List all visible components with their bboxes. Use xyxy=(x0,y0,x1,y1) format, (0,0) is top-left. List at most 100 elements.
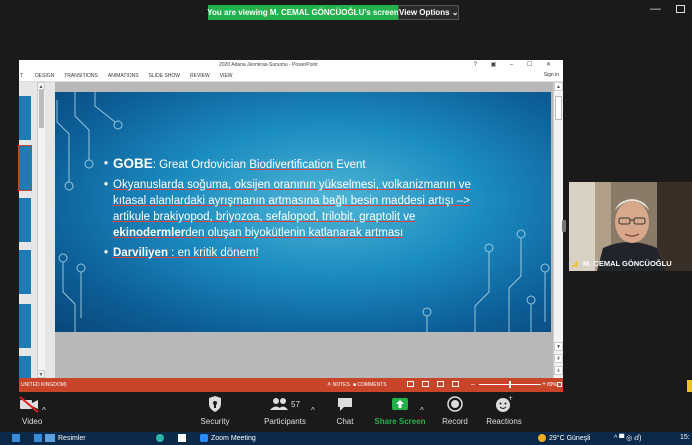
scrollbar-handle[interactable] xyxy=(555,96,562,120)
system-tray[interactable]: ^ ▀ ◎ ⅆ) xyxy=(614,434,641,442)
gobe-underlined: Biodivertification xyxy=(249,159,334,171)
reactions-icon: + xyxy=(496,395,513,412)
okyanus-text: Okyanuslarda soğuma, oksijen oranının yü… xyxy=(113,179,471,223)
viewing-screen-label: You are viewing M. CEMAL GÖNCÜOĞLU's scr… xyxy=(207,5,399,20)
svg-text:+: + xyxy=(508,395,513,402)
weather-text: 29°C Güneşli xyxy=(549,434,591,442)
gobe-term: GOBE xyxy=(113,156,153,171)
language-indicator[interactable]: UNITED KINGDOM) xyxy=(21,382,67,388)
slide-sorter-icon[interactable] xyxy=(422,381,429,387)
gobe-separator: : Great Ordovician xyxy=(152,159,250,171)
tab-review[interactable]: REVIEW xyxy=(190,73,210,79)
previous-slide-icon[interactable]: ⇞ xyxy=(554,354,563,363)
zoom-top-bar: You are viewing M. CEMAL GÖNCÜOĞLU's scr… xyxy=(0,0,692,22)
normal-view-icon[interactable] xyxy=(407,381,414,387)
folder-icon xyxy=(34,434,42,442)
reading-view-icon[interactable] xyxy=(437,381,444,387)
panel-resize-handle[interactable] xyxy=(562,220,566,232)
participants-count: 57 xyxy=(291,399,300,409)
ribbon-tabs: T DESIGN TRANSITIONS ANIMATIONS SLIDE SH… xyxy=(19,70,563,82)
okyanus-tail: den oluşan biyokütlenin katlanarak artma… xyxy=(185,227,404,239)
video-off-icon xyxy=(19,396,39,413)
participant-video-tile[interactable]: M. CEMAL GÖNCÜOĞLU xyxy=(569,182,692,271)
taskbar-zoom-meeting[interactable]: Zoom Meeting xyxy=(200,434,256,442)
share-options-caret[interactable]: ^ xyxy=(420,406,424,415)
ekinodermler-bold: ekinodermler xyxy=(113,227,186,239)
chat-button[interactable]: Chat xyxy=(315,395,375,426)
shared-screen: 2020 Adana Jeomiras-Sunumu - PowerPoint … xyxy=(18,60,563,392)
next-slide-icon[interactable]: ⇟ xyxy=(554,366,563,375)
view-buttons xyxy=(407,381,459,387)
powerpoint-status-bar: UNITED KINGDOM) ≙ NOTES ■ COMMENTS – + 8… xyxy=(19,378,563,392)
slide-thumbnail[interactable] xyxy=(19,198,31,242)
zoom-slider-knob[interactable] xyxy=(509,381,511,388)
video-label: Video xyxy=(22,417,43,426)
zoom-in-button[interactable]: + xyxy=(542,381,546,388)
participant-name: M. CEMAL GÖNCÜOĞLU xyxy=(583,259,672,268)
notes-button[interactable]: ≙ NOTES xyxy=(327,382,350,388)
fit-to-window-icon[interactable] xyxy=(557,382,562,387)
tab-animations[interactable]: ANIMATIONS xyxy=(108,73,139,79)
share-screen-label: Share Screen xyxy=(374,417,426,426)
reactions-label: Reactions xyxy=(486,417,522,426)
security-label: Security xyxy=(200,417,230,426)
slide-thumbnail-selected[interactable] xyxy=(18,145,32,191)
scroll-up-icon[interactable]: ▲ xyxy=(37,82,45,90)
clock[interactable]: 15: xyxy=(680,434,690,441)
zoom-meeting-label: Zoom Meeting xyxy=(211,434,256,442)
darviliyen-rest: : en kritik dönem! xyxy=(167,247,259,259)
slide-thumbnail[interactable] xyxy=(19,356,31,378)
scrollbar-handle[interactable] xyxy=(39,90,44,128)
scroll-up-icon[interactable]: ▲ xyxy=(554,82,563,91)
screen-share-banner: You are viewing M. CEMAL GÖNCÜOĞLU's scr… xyxy=(207,5,460,20)
powerpoint-titlebar: 2020 Adana Jeomiras-Sunumu - PowerPoint … xyxy=(19,60,563,70)
taskbar-edge[interactable] xyxy=(156,434,164,442)
tab-transitions[interactable]: TRANSITIONS xyxy=(64,73,98,79)
maximize-icon[interactable] xyxy=(676,5,685,13)
taskbar-acrobat[interactable] xyxy=(178,434,186,442)
slide-thumbnail[interactable] xyxy=(19,304,31,348)
bullet-darviliyen: Darviliyen : en kritik dönem! xyxy=(104,245,504,261)
record-icon xyxy=(447,396,463,412)
window-controls-icon[interactable]: ? ▣ – ☐ ✕ xyxy=(474,61,557,68)
video-button[interactable]: Video xyxy=(2,395,42,426)
slide-thumbnails-pane: ▲ ▼ xyxy=(18,82,55,378)
view-options-button[interactable]: View Options ⌄ xyxy=(398,5,460,20)
slideshow-view-icon[interactable] xyxy=(452,381,459,387)
scroll-down-icon[interactable]: ▼ xyxy=(554,342,563,351)
participants-icon xyxy=(270,398,289,410)
tab-design[interactable]: DESIGN xyxy=(35,73,54,79)
participants-icon-group: 57 xyxy=(255,395,315,413)
taskbar-folder[interactable]: Resimler xyxy=(34,434,86,442)
zoom-level[interactable]: 89% xyxy=(547,382,557,388)
participants-button[interactable]: 57 Participants xyxy=(255,395,315,426)
zoom-window: You are viewing M. CEMAL GÖNCÜOĞLU's scr… xyxy=(0,0,692,445)
tab-view[interactable]: VIEW xyxy=(220,73,233,79)
sign-in-link[interactable]: Sign in xyxy=(544,72,559,78)
reactions-button[interactable]: + Reactions xyxy=(474,395,534,426)
gobe-tail: Event xyxy=(333,159,366,171)
zoom-out-button[interactable]: – xyxy=(471,381,475,388)
taskbar-app-icon[interactable] xyxy=(12,434,20,442)
app-icon xyxy=(12,434,20,442)
pdf-icon xyxy=(178,434,186,442)
tab-slide-show[interactable]: SLIDE SHOW xyxy=(149,73,180,79)
scroll-down-icon[interactable]: ▼ xyxy=(37,370,45,378)
folder-label: Resimler xyxy=(58,434,86,442)
comments-button[interactable]: ■ COMMENTS xyxy=(353,382,387,388)
participant-video-image xyxy=(569,182,692,271)
minimize-icon[interactable]: — xyxy=(650,3,661,15)
security-button[interactable]: Security xyxy=(185,395,245,426)
document-title: 2020 Adana Jeomiras-Sunumu - PowerPoint xyxy=(219,62,318,68)
slide-bullets: GOBE: Great Ordovician Biodivertificatio… xyxy=(104,156,504,261)
thumbnails-scrollbar[interactable] xyxy=(37,82,45,378)
slide-thumbnail[interactable] xyxy=(19,96,31,140)
ribbon-tab[interactable]: T xyxy=(20,73,23,79)
video-options-caret[interactable]: ^ xyxy=(42,406,46,415)
meeting-toolbar: Video ^ Security 57 Participants ^ Chat … xyxy=(0,392,692,432)
sun-icon xyxy=(538,434,546,442)
slide-thumbnail[interactable] xyxy=(19,250,31,294)
chat-label: Chat xyxy=(336,417,354,426)
weather-widget[interactable]: 29°C Güneşli xyxy=(538,434,590,442)
slide: GOBE: Great Ordovician Biodivertificatio… xyxy=(55,92,551,332)
